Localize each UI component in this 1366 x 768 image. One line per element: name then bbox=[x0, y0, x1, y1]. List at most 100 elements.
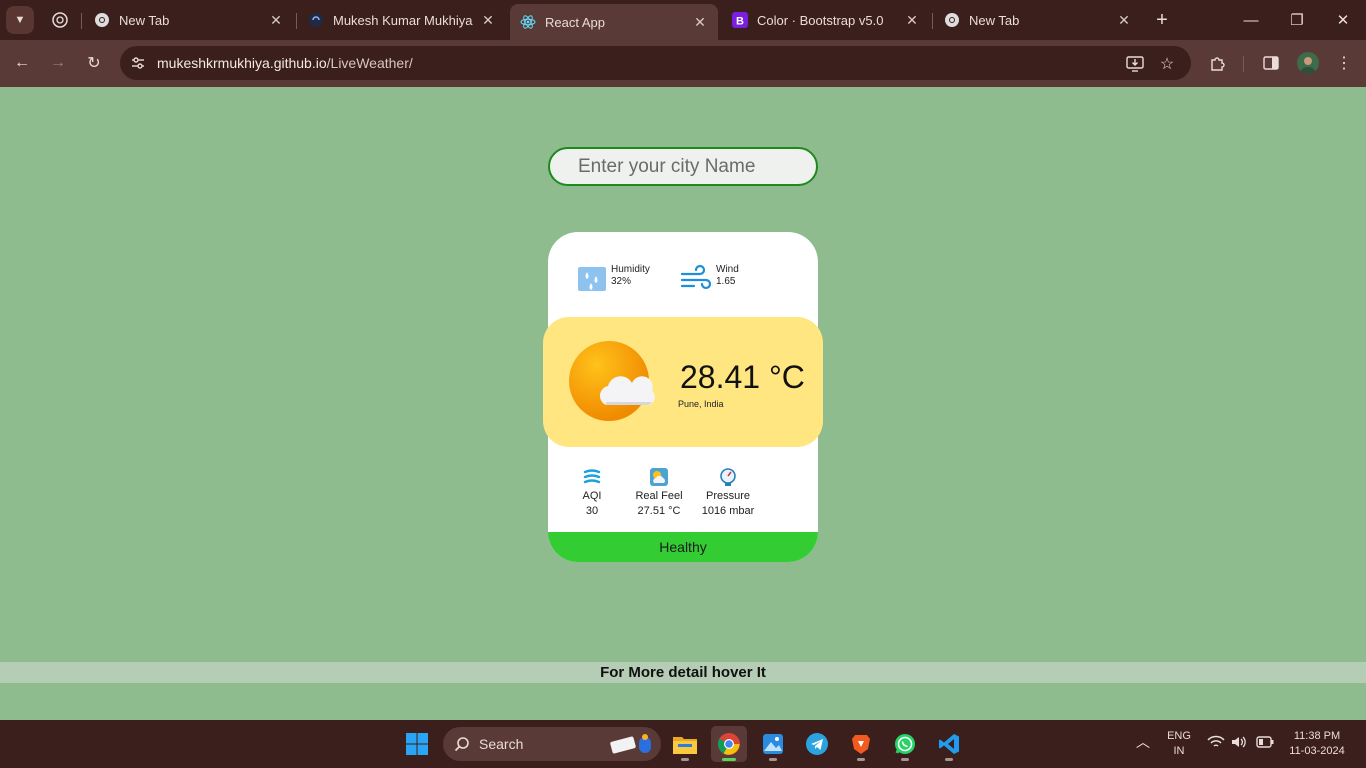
tab-title: New Tab bbox=[119, 12, 170, 28]
minimize-icon: — bbox=[1243, 11, 1259, 29]
taskbar-telegram[interactable] bbox=[799, 726, 835, 762]
svg-text:B: B bbox=[736, 16, 744, 28]
temperature-value: 28.41 °C bbox=[680, 359, 805, 395]
language-indicator[interactable]: ENG IN bbox=[1163, 729, 1195, 759]
location-label: Pune, India bbox=[678, 399, 724, 409]
minimize-button[interactable]: — bbox=[1228, 0, 1274, 40]
brave-icon bbox=[852, 735, 870, 754]
taskbar-brave[interactable] bbox=[843, 726, 879, 762]
forward-button[interactable]: → bbox=[44, 50, 72, 76]
language-line1: ENG bbox=[1167, 730, 1191, 742]
tab-title: Mukesh Kumar Mukhiya bbox=[333, 12, 473, 28]
install-app-icon[interactable] bbox=[1124, 53, 1146, 75]
close-window-button[interactable]: ✕ bbox=[1320, 0, 1366, 40]
new-tab-button[interactable]: + bbox=[1150, 8, 1174, 32]
real-feel-stat: Real Feel 27.51 °C bbox=[619, 467, 699, 519]
running-indicator bbox=[681, 758, 689, 761]
back-button[interactable]: ← bbox=[8, 50, 36, 76]
wind-stat: Wind 1.65 bbox=[680, 264, 739, 294]
close-icon: ✕ bbox=[1336, 12, 1350, 29]
hover-hint-banner: For More detail hover It bbox=[0, 662, 1366, 683]
chrome-icon bbox=[94, 12, 110, 28]
clock-time: 11:38 PM bbox=[1293, 730, 1341, 742]
wifi-icon[interactable] bbox=[1207, 735, 1225, 754]
search-icon bbox=[454, 737, 469, 752]
taskbar-vscode[interactable] bbox=[931, 726, 967, 762]
running-indicator bbox=[722, 758, 736, 761]
wind-icon bbox=[680, 264, 712, 290]
start-button[interactable] bbox=[399, 726, 435, 762]
tab-mukesh-kumar-mukhiya[interactable]: Mukesh Kumar Mukhiya ✕ bbox=[298, 4, 506, 36]
tab-title: React App bbox=[545, 14, 605, 30]
tab-new-tab-1[interactable]: New Tab ✕ bbox=[84, 4, 294, 36]
arrow-left-icon: ← bbox=[14, 54, 30, 71]
taskbar-file-explorer[interactable] bbox=[667, 726, 703, 762]
running-indicator bbox=[769, 758, 777, 761]
tray-overflow-chevron-up-icon[interactable]: ︿ bbox=[1136, 735, 1150, 750]
pressure-value: 1016 mbar bbox=[701, 505, 755, 517]
pressure-stat: Pressure 1016 mbar bbox=[688, 467, 768, 519]
profile-avatar[interactable] bbox=[1297, 52, 1319, 74]
tab-separator bbox=[81, 13, 82, 29]
extensions-icon[interactable] bbox=[1207, 52, 1229, 74]
close-icon[interactable]: ✕ bbox=[904, 12, 920, 28]
volume-icon[interactable] bbox=[1231, 735, 1247, 754]
current-weather-panel: 28.41 °C Pune, India bbox=[543, 317, 823, 447]
browser-toolbar: ← → ↻ mukeshkrmukhiya.github.io/LiveWeat… bbox=[0, 40, 1366, 87]
bookmark-star-icon[interactable]: ☆ bbox=[1156, 53, 1178, 75]
sun-cloud-icon bbox=[569, 341, 655, 421]
site-info-icon[interactable] bbox=[128, 53, 148, 73]
tab-separator bbox=[296, 13, 297, 29]
tab-title: Color · Bootstrap v5.0 bbox=[757, 12, 884, 28]
tab-strip: ▼ New Tab ✕ Mukesh Kumar Mukhiya ✕ React… bbox=[0, 0, 1366, 40]
taskbar-chrome[interactable] bbox=[711, 726, 747, 762]
system-clock[interactable]: 11:38 PM 11-03-2024 bbox=[1282, 729, 1352, 759]
pressure-gauge-icon bbox=[718, 467, 738, 487]
chrome-icon bbox=[944, 12, 960, 28]
reload-icon: ↻ bbox=[87, 55, 101, 72]
windows-taskbar: Search ︿ ENG IN 11:38 PM 11-03-2024 bbox=[0, 720, 1366, 768]
tab-new-tab-2[interactable]: New Tab ✕ bbox=[934, 4, 1142, 36]
taskbar-whatsapp[interactable] bbox=[887, 726, 923, 762]
url-path: /LiveWeather/ bbox=[326, 55, 413, 71]
running-indicator bbox=[857, 758, 865, 761]
pinned-tab-chatgpt[interactable] bbox=[44, 6, 76, 34]
address-bar[interactable]: mukeshkrmukhiya.github.io/LiveWeather/ ☆ bbox=[120, 46, 1191, 80]
language-line2: IN bbox=[1173, 745, 1185, 757]
close-icon[interactable]: ✕ bbox=[268, 12, 284, 28]
real-feel-label: Real Feel bbox=[635, 490, 683, 502]
url-text: mukeshkrmukhiya.github.io/LiveWeather/ bbox=[157, 55, 413, 71]
taskbar-search[interactable]: Search bbox=[443, 727, 661, 761]
menu-kebab-icon[interactable]: ⋮ bbox=[1333, 52, 1355, 74]
whatsapp-icon bbox=[895, 734, 915, 754]
plus-icon: + bbox=[1156, 8, 1168, 31]
photos-icon bbox=[763, 734, 783, 754]
close-icon[interactable]: ✕ bbox=[692, 14, 708, 30]
battery-icon[interactable] bbox=[1256, 736, 1274, 753]
tab-search-button[interactable]: ▼ bbox=[6, 6, 34, 34]
real-feel-value: 27.51 °C bbox=[637, 505, 681, 517]
chrome-icon bbox=[718, 733, 740, 755]
close-icon[interactable]: ✕ bbox=[480, 12, 496, 28]
real-feel-icon bbox=[649, 467, 669, 487]
taskbar-photos[interactable] bbox=[755, 726, 791, 762]
toolbar-separator bbox=[1243, 56, 1244, 72]
taskbar-search-label: Search bbox=[479, 736, 524, 752]
pressure-label: Pressure bbox=[705, 490, 751, 502]
running-indicator bbox=[945, 758, 953, 761]
chatgpt-icon bbox=[52, 12, 68, 28]
arrow-right-icon: → bbox=[50, 54, 66, 71]
weather-card[interactable]: Humidity 32% Wind 1.65 28.41 °C Pune, In… bbox=[543, 232, 823, 562]
tab-react-app[interactable]: React App ✕ bbox=[510, 4, 718, 40]
running-indicator bbox=[901, 758, 909, 761]
city-search-input[interactable] bbox=[548, 147, 818, 186]
clock-date: 11-03-2024 bbox=[1289, 745, 1345, 757]
close-icon[interactable]: ✕ bbox=[1116, 12, 1132, 28]
tab-bootstrap-color[interactable]: B Color · Bootstrap v5.0 ✕ bbox=[722, 4, 930, 36]
humidity-stat: Humidity 32% bbox=[577, 264, 650, 294]
side-panel-icon[interactable] bbox=[1260, 52, 1282, 74]
humidity-value: 32% bbox=[611, 276, 632, 287]
restore-button[interactable]: ❐ bbox=[1274, 0, 1320, 40]
reload-button[interactable]: ↻ bbox=[80, 50, 108, 76]
wind-label: Wind bbox=[716, 264, 739, 275]
